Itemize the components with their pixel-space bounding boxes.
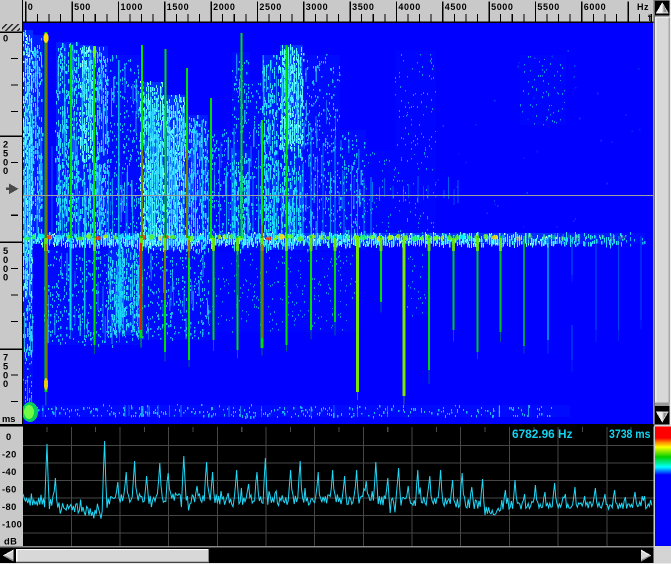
svg-text:0: 0: [3, 379, 8, 389]
svg-text:6000: 6000: [584, 2, 606, 12]
svg-text:0: 0: [3, 273, 8, 283]
svg-text:0: 0: [3, 166, 8, 176]
svg-text:-20: -20: [2, 450, 17, 460]
svg-text:-80: -80: [2, 502, 17, 512]
svg-text:2000: 2000: [213, 2, 235, 12]
svg-text:1500: 1500: [167, 2, 189, 12]
svg-text:3738 ms: 3738 ms: [609, 429, 651, 441]
svg-text:Hz: Hz: [637, 2, 649, 12]
svg-text:1000: 1000: [121, 2, 143, 12]
svg-text:0: 0: [3, 34, 8, 44]
svg-text:ms: ms: [2, 414, 15, 424]
svg-text:-40: -40: [2, 467, 17, 477]
svg-text:6782.96 Hz: 6782.96 Hz: [512, 429, 573, 441]
svg-text:0: 0: [28, 2, 34, 12]
svg-text:-100: -100: [2, 520, 22, 530]
svg-text:4000: 4000: [398, 2, 420, 12]
svg-text:500: 500: [74, 2, 91, 12]
svg-text:2500: 2500: [259, 2, 281, 12]
svg-text:-60: -60: [2, 485, 17, 495]
svg-text:dB: dB: [4, 537, 17, 547]
svg-text:0: 0: [6, 432, 12, 442]
svg-text:5000: 5000: [491, 2, 513, 12]
svg-text:5500: 5500: [537, 2, 559, 12]
svg-text:4500: 4500: [445, 2, 467, 12]
svg-text:3000: 3000: [306, 2, 328, 12]
svg-text:3500: 3500: [352, 2, 374, 12]
